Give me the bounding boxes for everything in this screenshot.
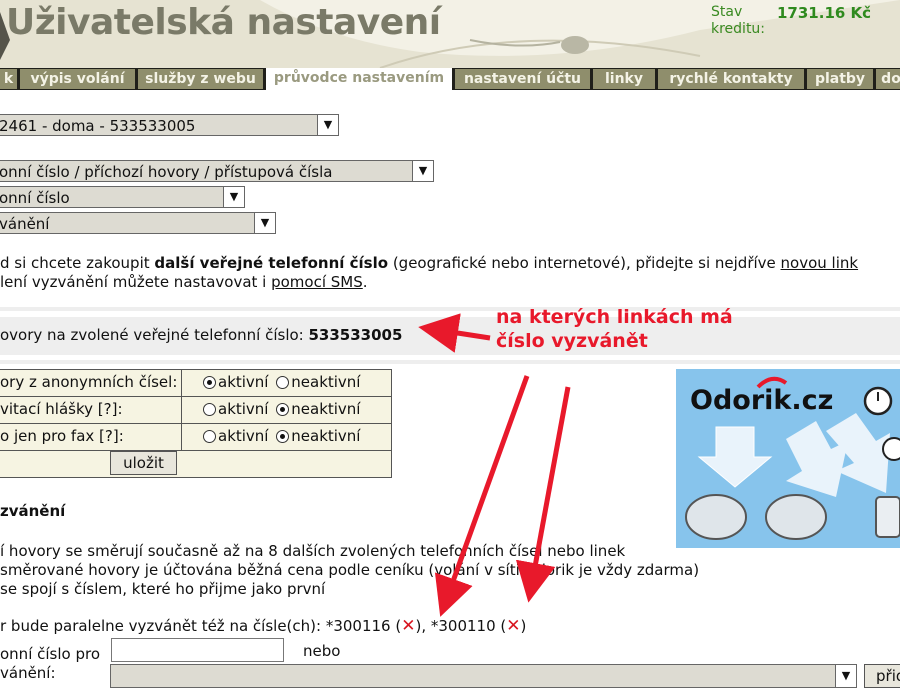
annotation-line-1: na kterých linkách má [496, 306, 733, 328]
ringing-heading: zvánění [0, 502, 66, 520]
option-select[interactable]: vánění ▼ [0, 212, 276, 234]
divider [0, 360, 900, 364]
tab-partial-left[interactable]: k [0, 69, 17, 89]
page-title: Uživatelská nastavení [6, 2, 441, 43]
or-label: nebo [303, 642, 341, 660]
setting-label-fax: o jen pro fax [?]: [0, 427, 124, 445]
table-divider [0, 423, 392, 424]
parallel-number: *300116 [325, 617, 391, 635]
ad-brand: Odorik.cz [690, 385, 834, 416]
ringing-desc-2: směrované hovory je účtována běžná cena … [0, 561, 700, 579]
credit-value: 1731.16 Kč [777, 4, 872, 22]
radio-active[interactable] [203, 403, 216, 416]
tab-setup-wizard[interactable]: průvodce nastavením [266, 68, 452, 90]
delete-icon[interactable]: ✕ [401, 618, 415, 635]
phone-number-input[interactable] [111, 638, 284, 662]
radio-active[interactable] [203, 430, 216, 443]
delete-icon[interactable]: ✕ [506, 618, 520, 635]
public-number: 533533005 [308, 326, 403, 344]
subcategory-select-value: onní číslo [0, 189, 70, 207]
add-number-label: onní číslo pro vánění: [0, 645, 101, 682]
sms-link[interactable]: pomocí SMS [271, 273, 363, 291]
chevron-down-icon: ▼ [412, 161, 433, 181]
new-line-link[interactable]: novou link [781, 254, 859, 272]
setting-radio-group-greeting: aktivní neaktivní [203, 400, 360, 418]
tab-web-services[interactable]: služby z webu [138, 69, 263, 89]
radio-inactive[interactable] [276, 403, 290, 416]
setting-label-anonymous: ory z anonymních čísel: [0, 373, 178, 391]
header: Uživatelská nastavení Stav kreditu: 1731… [0, 0, 900, 68]
subcategory-select[interactable]: onní číslo ▼ [0, 186, 245, 208]
odorik-ad-banner[interactable]: Odorik.cz [676, 369, 900, 548]
ringing-desc-3: se spojí s číslem, které ho přijme jako … [0, 580, 326, 598]
tab-lines[interactable]: linky [593, 69, 655, 89]
tab-call-log[interactable]: výpis volání [20, 69, 135, 89]
option-select-value: vánění [0, 215, 50, 233]
radio-inactive[interactable] [276, 376, 290, 389]
table-divider [0, 450, 392, 451]
setting-label-greeting: vitací hlášky [?]: [0, 400, 123, 418]
radio-active[interactable] [203, 376, 216, 389]
number-band-text: ovory na zvolené veřejné telefonní číslo… [0, 326, 403, 344]
info-line-2: lení vyzvánění můžete nastavovat i pomoc… [0, 273, 368, 291]
radio-inactive[interactable] [276, 430, 290, 443]
add-button[interactable]: přid [864, 664, 900, 688]
chevron-down-icon: ▼ [254, 213, 275, 233]
parallel-numbers: r bude paralelne vyzvánět též na čísle(c… [0, 616, 527, 636]
annotation-line-2: číslo vyzvánět [496, 330, 648, 352]
tab-payments[interactable]: platby [807, 69, 873, 89]
main-nav: k výpis volání služby z webu průvodce na… [0, 68, 900, 90]
tab-quick-contacts[interactable]: rychlé kontakty [658, 69, 804, 89]
table-divider [181, 369, 182, 451]
save-button[interactable]: uložit [110, 451, 177, 475]
ringing-desc-1: í hovory se směrují současně až na 8 dal… [0, 542, 626, 560]
category-select[interactable]: onní číslo / příchozí hovory / přístupov… [0, 160, 434, 182]
parallel-number: *300110 [430, 617, 496, 635]
table-divider [0, 396, 392, 397]
chevron-down-icon: ▼ [835, 665, 856, 687]
divider [0, 307, 900, 311]
setting-radio-group-fax: aktivní neaktivní [203, 427, 360, 445]
line-choose-select[interactable]: ▼ [110, 664, 857, 688]
line-select-value: 2461 - doma - 533533005 [0, 117, 196, 135]
category-select-value: onní číslo / příchozí hovory / přístupov… [0, 163, 333, 181]
setting-radio-group-anonymous: aktivní neaktivní [203, 373, 360, 391]
info-line-1: d si chcete zakoupit další veřejné telef… [0, 254, 859, 272]
chevron-down-icon: ▼ [223, 187, 244, 207]
line-select[interactable]: 2461 - doma - 533533005 ▼ [0, 114, 339, 136]
tab-account-settings[interactable]: nastavení účtu [455, 69, 590, 89]
tab-partial-right[interactable]: do [876, 69, 900, 89]
chevron-down-icon: ▼ [317, 115, 338, 135]
